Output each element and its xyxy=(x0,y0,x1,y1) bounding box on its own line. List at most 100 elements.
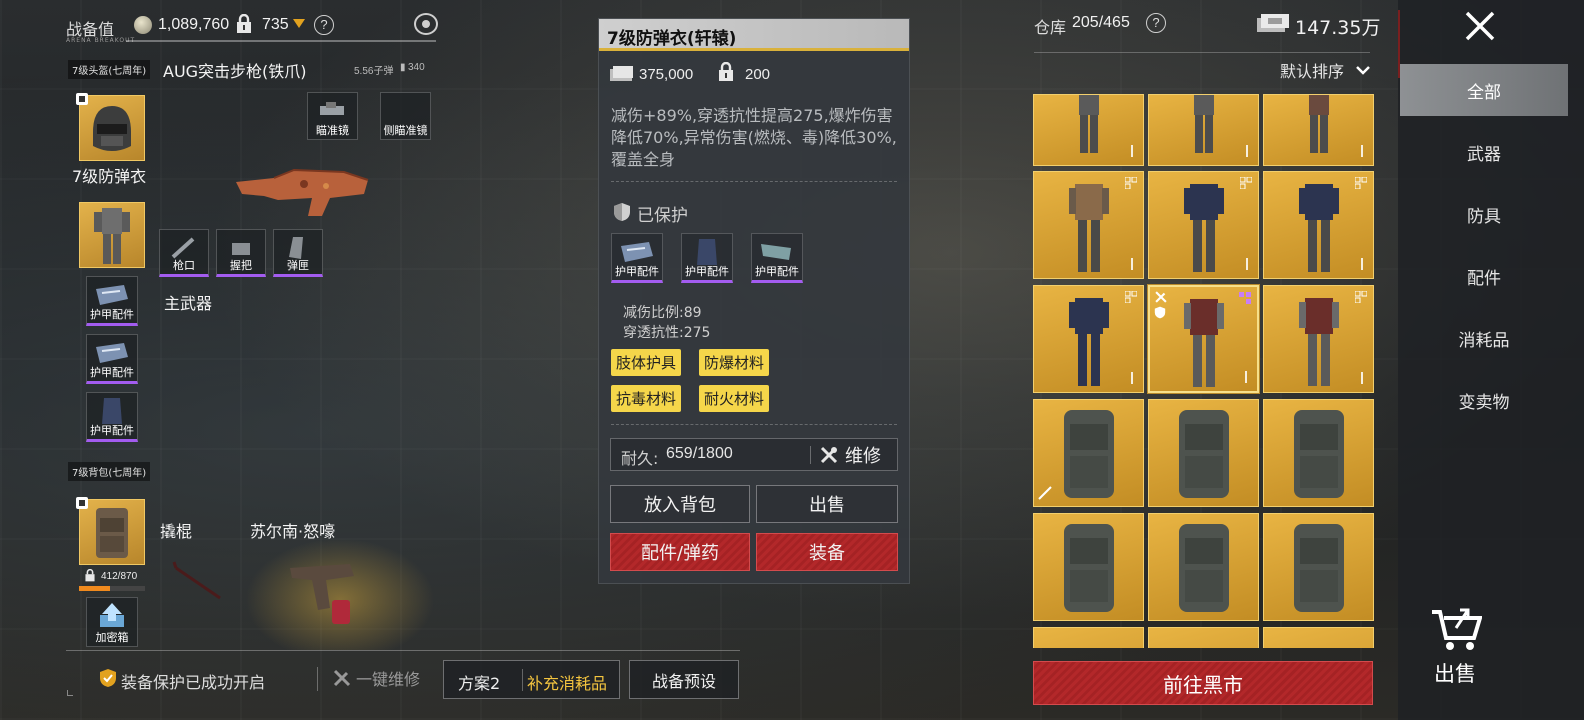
tooltip-weight: 200 xyxy=(745,66,771,83)
inventory-item-backpack[interactable] xyxy=(1033,399,1144,507)
inventory-item-armor[interactable] xyxy=(1263,94,1374,166)
body-armor-icon xyxy=(1068,298,1109,386)
put-in-backpack-button[interactable]: 放入背包 xyxy=(610,485,750,523)
sort-label: 默认排序 xyxy=(1279,62,1344,81)
go-to-black-market-button[interactable]: 前往黑市 xyxy=(1033,661,1373,705)
inventory-item-backpack[interactable] xyxy=(1263,399,1374,507)
armor-part-label-2: 护甲配件 xyxy=(90,366,134,379)
attachments-ammo-button[interactable]: 配件/弹药 xyxy=(610,533,750,571)
inventory-item-armor[interactable] xyxy=(1148,94,1259,166)
repair-tools-icon xyxy=(1155,291,1167,303)
loadout-preset-label: 战备预设 xyxy=(651,671,716,691)
durability-tick xyxy=(1131,372,1133,384)
body-armor-icon xyxy=(1193,95,1214,153)
repair-all-button[interactable]: 一键维修 xyxy=(332,666,420,690)
warehouse-help-icon[interactable]: ? xyxy=(1146,13,1166,33)
stat-damage-label: 减伤比例: xyxy=(623,305,684,321)
tooltip-part-slot-2[interactable]: 护甲配件 xyxy=(681,233,733,283)
grip-label: 握把 xyxy=(230,259,252,272)
armor-slot[interactable] xyxy=(79,202,145,268)
plan-selector[interactable]: 方案2 补充消耗品 xyxy=(443,660,620,699)
tooltip-part-label-3: 护甲配件 xyxy=(755,265,799,278)
grid-size-icon xyxy=(1355,177,1367,189)
grid-size-icon xyxy=(1355,291,1367,303)
inventory-item-backpack[interactable] xyxy=(1263,513,1374,621)
side-scope-label: 侧瞄准镜 xyxy=(383,124,428,137)
inventory-item-backpack[interactable] xyxy=(1033,513,1144,621)
warehouse-label: 仓库 xyxy=(1034,18,1067,37)
grid-size-icon xyxy=(1125,177,1137,189)
backpack-icon xyxy=(1293,410,1344,498)
capacity-value: 735 xyxy=(262,16,289,33)
weapon-name: AUG突击步枪(铁爪) xyxy=(163,62,307,81)
inventory-item-armor[interactable] xyxy=(1263,285,1374,393)
inventory-item-backpack[interactable] xyxy=(1148,513,1259,621)
category-sellables[interactable]: 变卖物 xyxy=(1400,374,1568,426)
encrypted-box-slot[interactable]: 加密箱 xyxy=(86,597,138,647)
category-consumables[interactable]: 消耗品 xyxy=(1400,312,1568,364)
body-armor-icon xyxy=(1183,184,1224,272)
inventory-item[interactable] xyxy=(1148,627,1259,648)
money-icon xyxy=(610,66,633,81)
inventory-item[interactable] xyxy=(1263,627,1374,648)
category-armor[interactable]: 防具 xyxy=(1400,188,1568,240)
backpack-icon xyxy=(1063,524,1114,612)
ammo-count-icon: ▮ xyxy=(400,62,406,73)
durability-tick xyxy=(1131,145,1133,157)
repair-tools-icon xyxy=(820,446,838,464)
stat-penetration: 穿透抗性:275 xyxy=(623,322,710,342)
grid-size-icon xyxy=(1239,292,1251,304)
upload-arrow-icon xyxy=(100,603,124,627)
scope-label: 瞄准镜 xyxy=(316,124,349,137)
inventory-item-armor[interactable] xyxy=(1033,94,1144,166)
equip-button[interactable]: 装备 xyxy=(756,533,898,571)
armor-part-slot-3[interactable]: 护甲配件 xyxy=(86,392,138,442)
tag-fireproof: 耐火材料 xyxy=(699,385,770,412)
repair-all-label: 一键维修 xyxy=(356,670,421,689)
eye-icon[interactable] xyxy=(414,13,438,35)
side-scope-slot[interactable]: 侧瞄准镜 xyxy=(380,92,431,140)
scope-slot[interactable]: 瞄准镜 xyxy=(307,92,358,140)
tooltip-divider xyxy=(611,181,897,182)
inventory-item-armor[interactable] xyxy=(1263,171,1374,279)
refill-consumables-button[interactable]: 补充消耗品 xyxy=(527,670,607,694)
inventory-item-armor[interactable] xyxy=(1033,171,1144,279)
inventory-grid xyxy=(1032,94,1374,648)
stat-pen-value: 275 xyxy=(683,325,711,341)
armor-part-slot-2[interactable]: 护甲配件 xyxy=(86,334,138,384)
help-icon[interactable]: ? xyxy=(314,15,334,35)
grip-slot[interactable]: 握把 xyxy=(216,229,266,277)
body-armor-icon xyxy=(94,208,130,264)
inventory-item[interactable] xyxy=(1033,627,1144,648)
repair-tools-icon xyxy=(333,669,351,687)
category-weapons[interactable]: 武器 xyxy=(1400,126,1568,178)
primary-weapon-slot-label: 主武器 xyxy=(164,294,213,313)
inventory-item-armor[interactable] xyxy=(1148,171,1259,279)
loadout-preset-button[interactable]: 战备预设 xyxy=(629,660,739,699)
category-attachments[interactable]: 配件 xyxy=(1400,250,1568,302)
muzzle-slot[interactable]: 枪口 xyxy=(159,229,209,277)
sell-cart-button[interactable]: 出售 xyxy=(1426,604,1486,690)
backpack-icon xyxy=(1063,410,1114,498)
power-value: 1,089,760 xyxy=(158,16,230,33)
sell-label: 出售 xyxy=(1434,662,1476,686)
armor-part-slot-1[interactable]: 护甲配件 xyxy=(86,276,138,326)
inventory-item-backpack[interactable] xyxy=(1148,399,1259,507)
sell-button[interactable]: 出售 xyxy=(756,485,898,523)
repair-button[interactable]: 维修 xyxy=(819,442,895,468)
inventory-item-armor[interactable] xyxy=(1033,285,1144,393)
armor-plate-icon xyxy=(621,242,653,262)
category-all[interactable]: 全部 xyxy=(1400,64,1568,116)
sort-dropdown[interactable]: 默认排序 xyxy=(1236,56,1370,84)
magazine-slot[interactable]: 弹匣 xyxy=(273,229,323,277)
stat-pen-label: 穿透抗性: xyxy=(623,325,684,341)
tooltip-price: 375,000 xyxy=(639,66,694,83)
tooltip-part-slot-3[interactable]: 护甲配件 xyxy=(751,233,803,283)
tooltip-part-slot-1[interactable]: 护甲配件 xyxy=(611,233,663,283)
item-tooltip: 7级防弹衣(轩辕) 375,000 200 减伤+89%,穿透抗性提高275,爆… xyxy=(598,18,910,584)
broken-icon xyxy=(1038,486,1052,500)
close-icon[interactable] xyxy=(1464,10,1496,42)
backpack-icon xyxy=(1178,524,1229,612)
inventory-item-armor-selected[interactable] xyxy=(1148,285,1259,393)
durability-tick xyxy=(1245,371,1247,383)
